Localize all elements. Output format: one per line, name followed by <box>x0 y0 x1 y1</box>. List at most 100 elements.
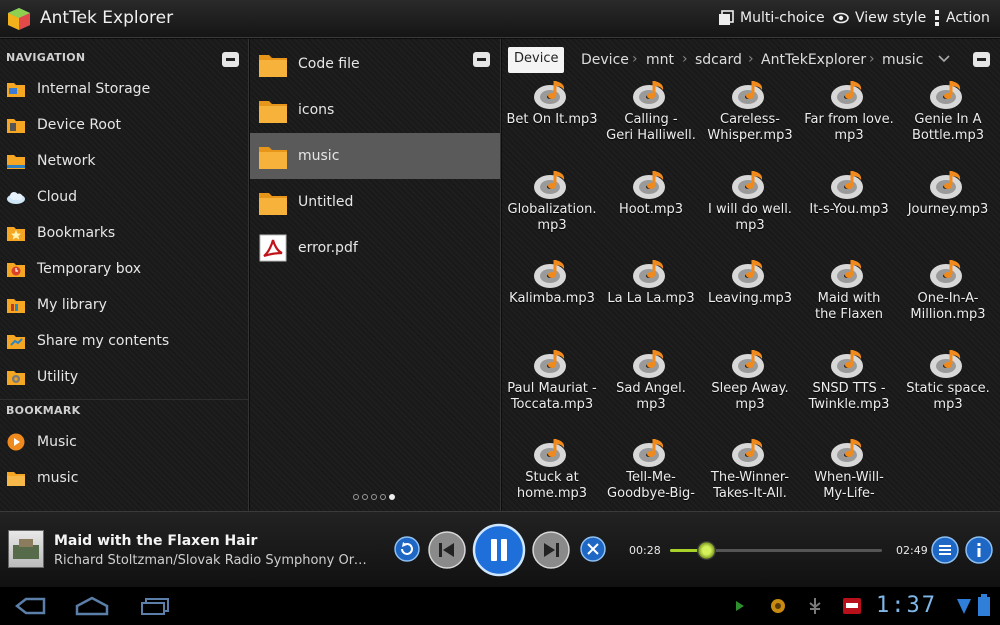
page-dot[interactable] <box>353 494 359 500</box>
page-dot[interactable] <box>371 494 377 500</box>
breadcrumb-item-sdcard[interactable]: sdcard <box>695 52 742 68</box>
news-notification-icon[interactable] <box>842 597 862 615</box>
breadcrumb-item-anttekexplorer[interactable]: AntTekExplorer <box>761 52 866 68</box>
nav-item-network[interactable]: Network <box>0 143 248 179</box>
nav-item-bookmarks[interactable]: Bookmarks <box>0 215 248 251</box>
folder-item-untitled[interactable]: Untitled <box>250 179 500 225</box>
bookmark-item-music-folder[interactable]: music <box>0 460 248 496</box>
file-tile[interactable]: It-s-You.mp3 <box>799 167 899 255</box>
file-tile[interactable]: Kalimba.mp3 <box>502 256 602 344</box>
seek-slider[interactable] <box>670 541 882 560</box>
multi-choice-button[interactable]: Multi-choice <box>718 10 825 26</box>
file-tile[interactable]: Bet On It.mp3 <box>502 77 602 165</box>
previous-track-button[interactable] <box>428 531 466 569</box>
music-file-icon <box>633 260 665 288</box>
album-art[interactable] <box>8 530 44 568</box>
page-dot-active[interactable] <box>389 494 395 500</box>
info-button[interactable] <box>965 536 993 564</box>
system-clock: 1:37 <box>876 593 937 618</box>
file-name: Far from love. mp3 <box>799 112 899 144</box>
chevron-down-icon[interactable] <box>938 55 950 63</box>
music-file-icon <box>930 350 962 378</box>
file-tile[interactable]: Leaving.mp3 <box>700 256 800 344</box>
nav-item-utility[interactable]: Utility <box>0 359 248 395</box>
pause-button[interactable] <box>472 523 526 577</box>
file-tile[interactable]: Hoot.mp3 <box>601 167 701 255</box>
app-notification-icon[interactable] <box>770 598 786 614</box>
file-name-line1: Kalimba.mp3 <box>509 291 595 306</box>
playlist-button[interactable] <box>931 536 959 564</box>
bookmark-item-music-playlist[interactable]: Music <box>0 424 248 460</box>
breadcrumb-item-music[interactable]: music <box>882 52 923 68</box>
seek-thumb[interactable] <box>697 541 717 560</box>
file-name: Stuck at home.mp3 <box>502 470 602 502</box>
file-tile[interactable]: La La La.mp3 <box>601 256 701 344</box>
file-tile[interactable]: Genie In A Bottle.mp3 <box>898 77 998 165</box>
page-dot[interactable] <box>362 494 368 500</box>
overflow-menu-icon <box>935 10 939 26</box>
file-name: Bet On It.mp3 <box>502 112 602 128</box>
nav-item-internal-storage[interactable]: Internal Storage <box>0 71 248 107</box>
folder-item-code-file[interactable]: Code file <box>250 41 500 87</box>
folder-item-icons[interactable]: icons <box>250 87 500 133</box>
breadcrumb-item-device[interactable]: Device <box>581 52 629 68</box>
file-name-line2: mp3 <box>735 218 765 233</box>
music-file-icon <box>831 439 863 467</box>
file-name-line1: Paul Mauriat - <box>507 381 597 396</box>
file-tile[interactable]: Globalization. mp3 <box>502 167 602 255</box>
file-tile[interactable]: Sad Angel. mp3 <box>601 346 701 434</box>
music-file-icon <box>831 260 863 288</box>
file-name: Static space. mp3 <box>898 381 998 413</box>
file-name: Paul Mauriat - Toccata.mp3 <box>502 381 602 413</box>
folder-item-music[interactable]: music <box>250 133 500 179</box>
pdf-icon <box>259 234 287 262</box>
next-track-button[interactable] <box>532 531 570 569</box>
file-name: It-s-You.mp3 <box>799 202 899 218</box>
breadcrumb-item-mnt[interactable]: mnt <box>646 52 674 68</box>
breadcrumb-separator: › <box>869 51 875 67</box>
music-file-icon <box>633 81 665 109</box>
folder-item-error-pdf[interactable]: error.pdf <box>250 225 500 271</box>
recent-apps-icon[interactable] <box>140 597 170 615</box>
repeat-button[interactable] <box>394 536 420 562</box>
action-overflow-button[interactable]: Action <box>934 10 990 26</box>
file-tile[interactable]: Calling - Geri Halliwell. <box>601 77 701 165</box>
breadcrumb: Device Device › mnt › sdcard › AntTekExp… <box>502 39 1000 81</box>
file-name: Sleep Away. mp3 <box>700 381 800 413</box>
file-tile[interactable]: Maid with the Flaxen <box>799 256 899 344</box>
nav-item-cloud[interactable]: Cloud <box>0 179 248 215</box>
breadcrumb-current-root[interactable]: Device <box>508 47 565 73</box>
usb-debug-icon[interactable] <box>806 597 824 615</box>
file-tile[interactable]: Paul Mauriat - Toccata.mp3 <box>502 346 602 434</box>
file-name: Calling - Geri Halliwell. <box>601 112 701 144</box>
file-tile[interactable]: Static space. mp3 <box>898 346 998 434</box>
collapse-navigation-button[interactable] <box>222 52 239 67</box>
file-tile[interactable]: The-Winner- Takes-It-All. <box>700 435 800 511</box>
home-icon[interactable] <box>75 596 109 616</box>
file-tile[interactable]: Careless- Whisper.mp3 <box>700 77 800 165</box>
back-icon[interactable] <box>14 597 46 615</box>
view-style-button[interactable]: View style <box>833 10 926 26</box>
app-title: AntTek Explorer <box>40 8 174 28</box>
file-tile[interactable]: Far from love. mp3 <box>799 77 899 165</box>
file-tile[interactable]: SNSD TTS - Twinkle.mp3 <box>799 346 899 434</box>
file-name-line2: mp3 <box>834 128 864 143</box>
file-tile[interactable]: When-Will- My-Life- <box>799 435 899 511</box>
nav-item-device-root[interactable]: Device Root <box>0 107 248 143</box>
file-tile[interactable]: Sleep Away. mp3 <box>700 346 800 434</box>
file-name-line2: Million.mp3 <box>910 307 986 322</box>
file-tile[interactable]: One-In-A- Million.mp3 <box>898 256 998 344</box>
music-file-icon <box>633 350 665 378</box>
file-tile[interactable]: Stuck at home.mp3 <box>502 435 602 511</box>
file-tile[interactable]: Tell-Me- Goodbye-Big- <box>601 435 701 511</box>
nav-item-temporary-box[interactable]: Temporary box <box>0 251 248 287</box>
file-tile[interactable]: Journey.mp3 <box>898 167 998 255</box>
collapse-files-panel-button[interactable] <box>973 52 990 67</box>
play-status-icon <box>736 601 744 611</box>
file-tile[interactable]: I will do well. mp3 <box>700 167 800 255</box>
shuffle-button[interactable] <box>580 536 606 562</box>
page-dot[interactable] <box>380 494 386 500</box>
file-name: Journey.mp3 <box>898 202 998 218</box>
nav-item-my-library[interactable]: My library <box>0 287 248 323</box>
nav-item-share-my-contents[interactable]: Share my contents <box>0 323 248 359</box>
